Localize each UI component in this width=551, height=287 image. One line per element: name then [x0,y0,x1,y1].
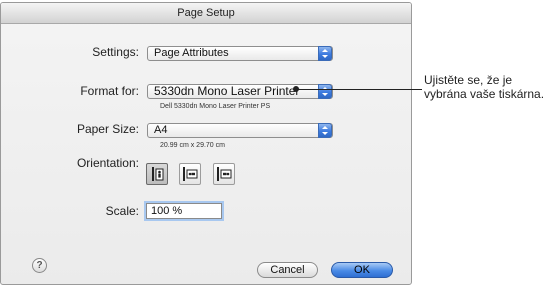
callout-line [296,89,422,90]
settings-label: Settings: [92,45,139,59]
format-for-popup[interactable]: 5330dn Mono Laser Printer [147,84,333,99]
settings-popup[interactable]: Page Attributes [147,46,333,61]
format-for-label: Format for: [80,84,139,98]
cancel-button[interactable]: Cancel [257,262,318,278]
paper-size-label: Paper Size: [76,122,139,136]
orientation-portrait-button[interactable] [146,163,168,185]
orientation-landscape-left-button[interactable] [179,163,201,185]
orientation-label: Orientation: [76,156,139,170]
settings-stepper-icon [318,46,332,61]
landscape-left-icon [183,167,198,181]
paper-dimensions: 20.99 cm x 29.70 cm [160,142,225,149]
paper-size-popup[interactable]: A4 [147,123,333,138]
settings-value: Page Attributes [154,47,229,59]
printer-description: Dell 5330dn Mono Laser Printer PS [160,103,271,110]
ok-button[interactable]: OK [331,262,393,278]
landscape-right-icon [217,167,232,181]
help-button[interactable]: ? [32,258,47,273]
paper-size-stepper-icon [318,123,332,138]
scale-input[interactable]: 100 % [146,203,222,219]
title-bar: Page Setup [1,3,411,24]
paper-size-value: A4 [154,124,168,136]
portrait-icon [152,167,164,181]
format-for-stepper-icon [318,84,332,99]
orientation-landscape-right-button[interactable] [213,163,235,185]
format-for-value: 5330dn Mono Laser Printer [154,84,300,98]
scale-label: Scale: [105,204,139,218]
callout-text: Ujistěte se, že je vybrána vaše tiskárna… [424,73,545,101]
page-setup-dialog: Page Setup Settings: Page Attributes For… [0,2,412,285]
dialog-title: Page Setup [177,7,235,19]
